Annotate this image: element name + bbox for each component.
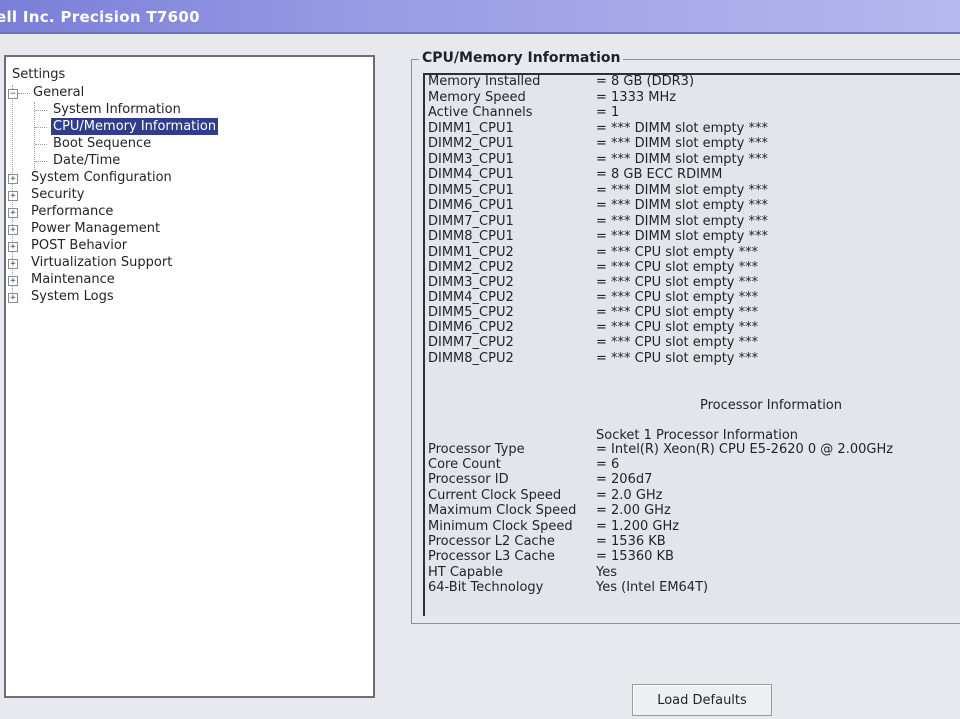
settings-tree-panel: Settings − General System Information CP…	[4, 55, 375, 698]
processor-value: = 15360 KB	[596, 549, 674, 564]
dimm-value: = *** CPU slot empty ***	[596, 260, 759, 275]
dimm-value: = *** CPU slot empty ***	[596, 305, 759, 320]
expand-icon[interactable]: +	[8, 174, 18, 184]
collapse-icon[interactable]: −	[8, 89, 18, 99]
tree-item-date-time[interactable]: Date/Time	[53, 152, 120, 169]
memory-value: = 8 GB (DDR3)	[596, 74, 695, 89]
dimm-label: DIMM2_CPU2	[428, 260, 514, 275]
processor-value: = 2.0 GHz	[596, 488, 663, 503]
tree-item-maintenance[interactable]: Maintenance	[31, 271, 115, 288]
dimm-value: = *** CPU slot empty ***	[596, 275, 759, 290]
dimm-label: DIMM5_CPU2	[428, 305, 514, 320]
dimm-value: = *** DIMM slot empty ***	[596, 214, 768, 229]
dimm-value: = *** DIMM slot empty ***	[596, 121, 768, 136]
processor-section-header: Processor Information	[700, 398, 842, 413]
dimm-value: = *** DIMM slot empty ***	[596, 183, 768, 198]
tree-item-security[interactable]: Security	[31, 186, 84, 203]
tree-item-performance[interactable]: Performance	[31, 203, 113, 220]
dimm-label: DIMM6_CPU2	[428, 320, 514, 335]
processor-value: = Intel(R) Xeon(R) CPU E5-2620 0 @ 2.00G…	[596, 442, 894, 457]
dimm-value: = *** CPU slot empty ***	[596, 245, 759, 260]
dimm-value: = *** CPU slot empty ***	[596, 335, 759, 350]
processor-value: Yes	[596, 565, 617, 580]
dimm-label: DIMM8_CPU1	[428, 229, 514, 244]
processor-label: Processor ID	[428, 472, 509, 487]
dimm-value: = *** DIMM slot empty ***	[596, 198, 768, 213]
memory-label: Memory Installed	[428, 74, 541, 89]
processor-label: HT Capable	[428, 565, 503, 580]
processor-value: = 6	[596, 457, 620, 472]
expand-icon[interactable]: +	[8, 259, 18, 269]
tree-item-cpu-memory-information[interactable]: CPU/Memory Information	[51, 118, 219, 135]
memory-label: Memory Speed	[428, 90, 526, 105]
processor-value: = 206d7	[596, 472, 653, 487]
processor-label: Current Clock Speed	[428, 488, 562, 503]
memory-value: = 1333 MHz	[596, 90, 677, 105]
dimm-value: = *** CPU slot empty ***	[596, 351, 759, 366]
dimm-label: DIMM3_CPU2	[428, 275, 514, 290]
processor-value: = 1536 KB	[596, 534, 666, 549]
tree-item-boot-sequence[interactable]: Boot Sequence	[53, 135, 151, 152]
tree-item-general[interactable]: General	[33, 84, 84, 101]
processor-label: Core Count	[428, 457, 501, 472]
tree-connector	[35, 161, 47, 162]
dimm-value: = *** DIMM slot empty ***	[596, 152, 768, 167]
processor-value: = 1.200 GHz	[596, 519, 680, 534]
title-bar: ell Inc. Precision T7600	[0, 0, 960, 34]
tree-item-power-management[interactable]: Power Management	[31, 220, 160, 237]
dimm-label: DIMM2_CPU1	[428, 136, 514, 151]
dimm-value: = *** CPU slot empty ***	[596, 320, 759, 335]
tree-item-system-information[interactable]: System Information	[53, 101, 181, 118]
window-title: ell Inc. Precision T7600	[0, 8, 200, 26]
socket-section-header: Socket 1 Processor Information	[596, 428, 799, 443]
dimm-label: DIMM5_CPU1	[428, 183, 514, 198]
dimm-value: = 8 GB ECC RDIMM	[596, 167, 723, 182]
tree-branch-line	[34, 102, 35, 170]
expand-icon[interactable]: +	[8, 242, 18, 252]
processor-label: Minimum Clock Speed	[428, 519, 573, 534]
expand-icon[interactable]: +	[8, 225, 18, 235]
dimm-label: DIMM4_CPU2	[428, 290, 514, 305]
tree-item-system-logs[interactable]: System Logs	[31, 288, 114, 305]
processor-value: = 2.00 GHz	[596, 503, 671, 518]
dimm-value: = *** DIMM slot empty ***	[596, 136, 768, 151]
tree-root-settings[interactable]: Settings	[12, 66, 65, 83]
processor-value: Yes (Intel EM64T)	[596, 580, 709, 595]
expand-icon[interactable]: +	[8, 208, 18, 218]
processor-label: Processor L2 Cache	[428, 534, 555, 549]
expand-icon[interactable]: +	[8, 191, 18, 201]
dimm-label: DIMM6_CPU1	[428, 198, 514, 213]
dimm-label: DIMM4_CPU1	[428, 167, 514, 182]
tree-item-virtualization-support[interactable]: Virtualization Support	[31, 254, 172, 271]
tree-connector	[35, 144, 47, 145]
processor-label: Processor Type	[428, 442, 525, 457]
processor-label: 64-Bit Technology	[428, 580, 544, 595]
dimm-label: DIMM1_CPU1	[428, 121, 514, 136]
tree-connector	[35, 110, 47, 111]
memory-label: Active Channels	[428, 105, 533, 120]
tree-connector	[35, 127, 47, 128]
load-defaults-button[interactable]: Load Defaults	[632, 684, 772, 716]
tree-item-post-behavior[interactable]: POST Behavior	[31, 237, 127, 254]
dimm-label: DIMM3_CPU1	[428, 152, 514, 167]
info-group-title: CPU/Memory Information	[419, 50, 624, 66]
dimm-label: DIMM8_CPU2	[428, 351, 514, 366]
tree-item-system-configuration[interactable]: System Configuration	[31, 169, 172, 186]
dimm-label: DIMM1_CPU2	[428, 245, 514, 260]
dimm-value: = *** DIMM slot empty ***	[596, 229, 768, 244]
expand-icon[interactable]: +	[8, 293, 18, 303]
expand-icon[interactable]: +	[8, 276, 18, 286]
processor-label: Maximum Clock Speed	[428, 503, 577, 518]
dimm-value: = *** CPU slot empty ***	[596, 290, 759, 305]
dimm-label: DIMM7_CPU1	[428, 214, 514, 229]
dimm-label: DIMM7_CPU2	[428, 335, 514, 350]
memory-value: = 1	[596, 105, 620, 120]
processor-label: Processor L3 Cache	[428, 549, 555, 564]
tree-connector	[18, 93, 30, 94]
